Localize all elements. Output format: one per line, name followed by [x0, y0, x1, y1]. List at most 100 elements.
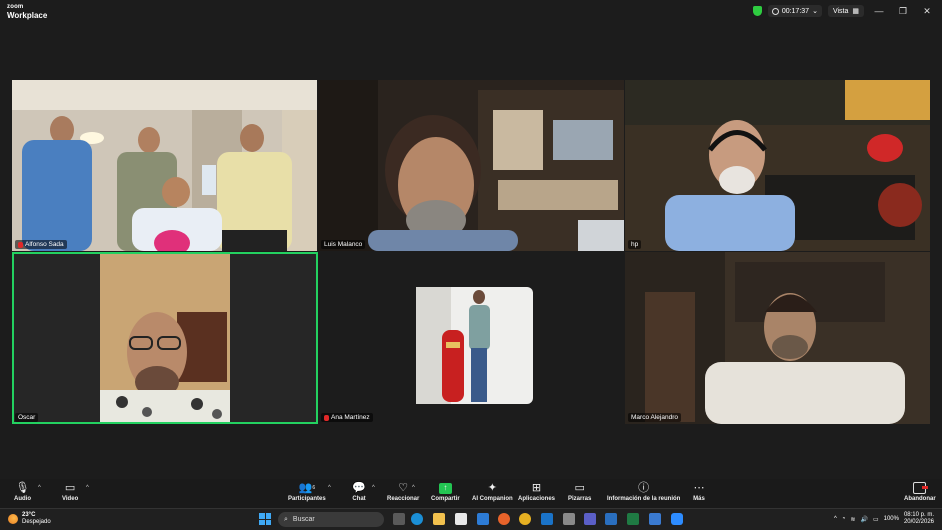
chat-options-caret[interactable]: ^: [372, 485, 375, 491]
view-label: Vista: [832, 7, 849, 15]
minimize-button[interactable]: —: [870, 6, 888, 16]
chat-label: Chat: [352, 496, 366, 502]
chat-icon: 💬: [352, 482, 366, 494]
audio-label: Audio: [14, 496, 31, 502]
video-tile-ana-martinez[interactable]: Ana Martínez: [318, 252, 624, 424]
weather-moon-icon: [8, 514, 18, 524]
react-options-caret[interactable]: ^: [412, 485, 415, 491]
store-icon[interactable]: [455, 513, 467, 525]
sparkle-icon: ✦: [487, 482, 497, 494]
whiteboard-icon: ▭: [574, 482, 585, 494]
participant-name: Ana Martínez: [331, 414, 370, 421]
edge-icon[interactable]: [411, 513, 423, 525]
file-explorer-icon[interactable]: [433, 513, 445, 525]
video-options-caret[interactable]: ^: [86, 485, 89, 491]
participant-name: Oscar: [18, 414, 36, 421]
chevron-down-icon: ⌄: [812, 8, 818, 15]
participant-photo: [416, 287, 533, 404]
encryption-shield-icon[interactable]: [752, 6, 762, 16]
participant-name: Alfonso Sada: [25, 241, 64, 248]
photos-icon[interactable]: [605, 513, 617, 525]
task-view-icon[interactable]: [393, 513, 405, 525]
video-feed: [12, 80, 317, 251]
excel-icon[interactable]: [627, 513, 639, 525]
apps-label: Aplicaciones: [518, 496, 556, 502]
search-placeholder: Buscar: [292, 516, 315, 523]
whiteboards-label: Pizarras: [568, 496, 592, 502]
participants-button[interactable]: 👥 6 Participantes: [288, 482, 326, 502]
show-hidden-icons-icon[interactable]: ^: [834, 516, 837, 522]
chrome-icon[interactable]: [519, 513, 531, 525]
clock-time: 08:10 p. m.: [903, 512, 934, 518]
title-bar: zoom Workplace 00:17:37 ⌄ Vista ▦ — ❐ ✕: [0, 0, 942, 22]
participant-name: hp: [631, 241, 639, 248]
leave-door-icon: [913, 482, 929, 494]
meeting-toolbar: 🎙 Audio ^ ▭ Video ^ 👥 6 Participantes ^ 💬…: [0, 479, 942, 508]
participants-options-caret[interactable]: ^: [328, 485, 331, 491]
video-feed: [12, 252, 318, 424]
apps-button[interactable]: ⊞ Aplicaciones: [518, 482, 555, 502]
weather-widget[interactable]: 23°C Despejado: [8, 512, 51, 526]
muted-mic-icon: [324, 414, 329, 421]
microphone-icon: 🎙: [15, 482, 30, 494]
taskbar-clock[interactable]: 08:10 p. m. 20/02/2026: [904, 512, 934, 526]
zoom-app-icon[interactable]: [671, 513, 683, 525]
start-button[interactable]: [259, 513, 271, 525]
close-button[interactable]: ✕: [918, 6, 936, 17]
snipping-tool-icon[interactable]: [563, 513, 575, 525]
audio-options-caret[interactable]: ^: [38, 485, 41, 491]
battery-icon[interactable]: ▭: [873, 516, 879, 523]
more-dots-icon: ⋯: [693, 482, 705, 494]
video-tile-hp[interactable]: hp: [625, 80, 930, 251]
video-tile-luis-malanco[interactable]: Luis Malanco: [318, 80, 624, 251]
outlook-icon[interactable]: [541, 513, 553, 525]
timer-text: 00:17:37: [781, 7, 810, 15]
weather-condition: Despejado: [22, 519, 51, 525]
participant-name-tag: Oscar: [15, 413, 39, 422]
search-icon: ⌕: [284, 515, 288, 523]
firefox-icon[interactable]: [498, 513, 510, 525]
more-label: Más: [693, 496, 705, 502]
meeting-info-button[interactable]: ⓘ Información de la reunión: [607, 482, 680, 502]
audio-button[interactable]: 🎙 Audio: [14, 482, 31, 502]
participant-name: Luis Malanco: [324, 241, 363, 248]
meeting-timer[interactable]: 00:17:37 ⌄: [767, 5, 822, 17]
logo-top-text: zoom: [7, 4, 24, 10]
participants-count: 6: [312, 485, 316, 491]
more-button[interactable]: ⋯ Más: [692, 482, 706, 502]
logo-bottom-text: Workplace: [7, 11, 48, 20]
volume-icon[interactable]: 🔊: [860, 516, 867, 523]
video-button[interactable]: ▭ Video: [62, 482, 78, 502]
leave-label: Abandonar: [904, 496, 936, 502]
temperature: 23°C: [22, 512, 36, 518]
teams-icon[interactable]: [584, 513, 596, 525]
heart-icon: ♡: [398, 482, 409, 494]
whiteboards-button[interactable]: ▭ Pizarras: [568, 482, 591, 502]
video-tile-alfonso-sada[interactable]: Alfonso Sada: [12, 80, 317, 251]
zoom-workplace-logo: zoom Workplace: [7, 3, 47, 20]
video-tile-marco-alejandro[interactable]: Marco Alejandro: [625, 252, 930, 424]
video-feed: [625, 252, 930, 424]
react-label: Reaccionar: [387, 496, 420, 502]
video-tile-oscar[interactable]: Oscar: [12, 252, 318, 424]
video-feed: [625, 80, 930, 251]
system-tray: ^ ◔ ≋ 🔊 ▭ 100% 08:10 p. m. 20/02/2026: [834, 512, 934, 526]
notepad-icon[interactable]: [649, 513, 661, 525]
network-icon[interactable]: ◔: [842, 516, 846, 522]
participants-icon: 👥 6: [298, 482, 316, 494]
restore-button[interactable]: ❐: [894, 6, 912, 17]
leave-button[interactable]: Abandonar: [904, 482, 936, 502]
share-button[interactable]: ↑ Compartir: [431, 482, 460, 502]
mail-icon[interactable]: [477, 513, 489, 525]
participant-name-tag: Alfonso Sada: [15, 240, 67, 249]
ai-companion-button[interactable]: ✦ AI Companion: [472, 482, 513, 502]
view-button[interactable]: Vista ▦: [827, 5, 864, 17]
chat-button[interactable]: 💬 Chat: [352, 482, 366, 502]
wifi-icon[interactable]: ≋: [850, 516, 855, 523]
share-arrow-icon: ↑: [438, 482, 452, 494]
meeting-info-label: Información de la reunión: [607, 496, 681, 502]
grid-view-icon: ▦: [852, 8, 859, 15]
apps-grid-icon: ⊞: [531, 482, 542, 494]
share-label: Compartir: [431, 496, 460, 502]
taskbar-search[interactable]: ⌕ Buscar: [278, 512, 384, 527]
